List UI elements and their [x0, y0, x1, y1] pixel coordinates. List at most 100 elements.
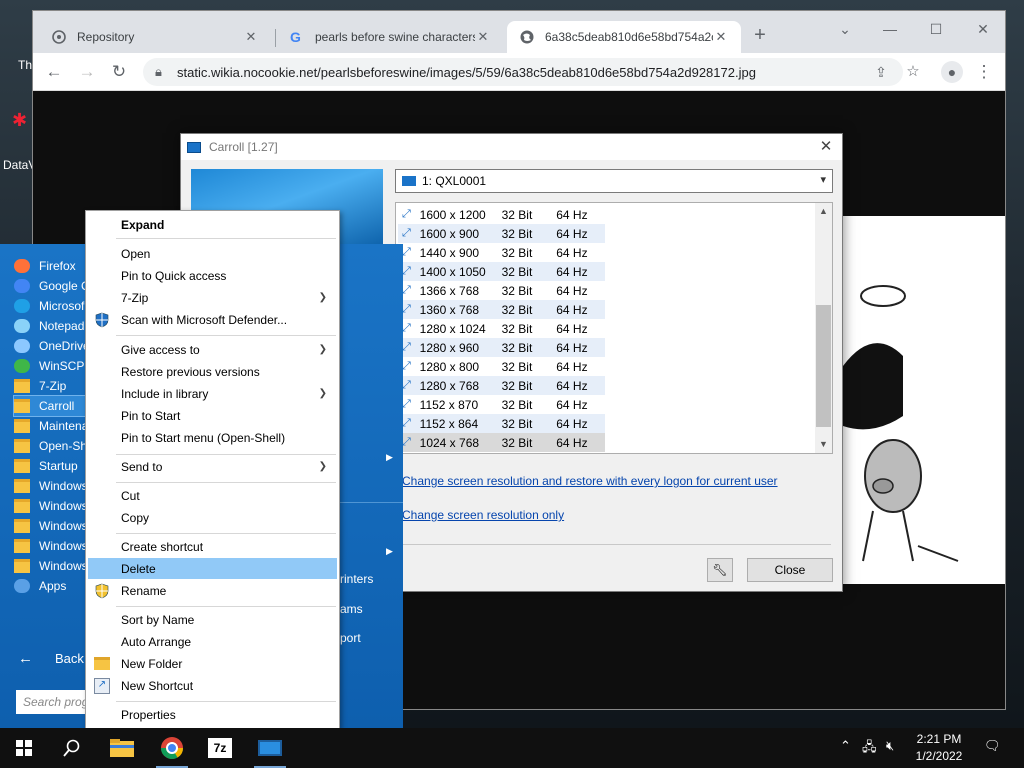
start-menu-item[interactable]: Windows: [14, 516, 86, 536]
resolution-row[interactable]: ⤢ 1280 x 768 32 Bit 64 Hz: [398, 376, 605, 395]
start-right-item[interactable]: ams: [340, 602, 363, 616]
search-button[interactable]: [48, 728, 96, 768]
volume-muted-icon[interactable]: 🔇︎: [886, 738, 894, 754]
start-menu-item[interactable]: Apps: [14, 576, 86, 596]
resolution-row[interactable]: ⤢ 1600 x 1200 32 Bit 64 Hz: [398, 205, 605, 224]
start-menu-item[interactable]: Carroll: [13, 395, 87, 417]
close-icon[interactable]: ✕: [475, 29, 491, 45]
bookmark-button[interactable]: ☆: [900, 60, 926, 84]
dialog-close-button[interactable]: ✕: [814, 136, 838, 158]
tab-search-button[interactable]: ⌄: [830, 17, 860, 41]
context-menu-item[interactable]: Auto Arrange: [88, 631, 337, 652]
start-menu-item[interactable]: OneDrive: [14, 336, 86, 356]
forward-button[interactable]: →: [74, 60, 100, 84]
context-menu-item[interactable]: Rename: [88, 580, 337, 601]
resolution-row[interactable]: ⤢ 1400 x 1050 32 Bit 64 Hz: [398, 262, 605, 281]
context-menu-item[interactable]: Copy: [88, 507, 337, 528]
start-menu-item[interactable]: Notepad: [14, 316, 86, 336]
start-menu-item[interactable]: Maintena: [14, 416, 86, 436]
search-input[interactable]: Search prog: [16, 690, 86, 714]
share-button[interactable]: ⇪: [868, 60, 894, 84]
back-button[interactable]: ← Back: [18, 650, 84, 667]
resolution-row[interactable]: ⤢ 1366 x 768 32 Bit 64 Hz: [398, 281, 605, 300]
resolution-row[interactable]: ⤢ 1600 x 900 32 Bit 64 Hz: [398, 224, 605, 243]
tab-repository[interactable]: Repository ✕: [39, 21, 271, 53]
context-menu-item[interactable]: Sort by Name: [88, 609, 337, 630]
carroll-button[interactable]: [246, 728, 294, 768]
start-menu-item[interactable]: Windows: [14, 476, 86, 496]
context-menu-item[interactable]: Restore previous versions: [88, 361, 337, 382]
start-right-item[interactable]: port: [340, 631, 361, 645]
kebab-menu-icon: ⋮: [975, 62, 993, 81]
close-icon[interactable]: ✕: [713, 29, 729, 45]
resolution-row[interactable]: ⤢ 1440 x 900 32 Bit 64 Hz: [398, 243, 605, 262]
clock[interactable]: 2:21 PM 1/2/2022: [908, 731, 970, 765]
start-menu-item[interactable]: Startup: [14, 456, 86, 476]
address-bar[interactable]: 🔒︎ static.wikia.nocookie.net/pearlsbefor…: [143, 58, 903, 86]
resolution-row[interactable]: ⤢ 1360 x 768 32 Bit 64 Hz: [398, 300, 605, 319]
file-explorer-button[interactable]: [98, 728, 146, 768]
scroll-down-icon[interactable]: ▼: [815, 436, 832, 453]
context-menu-item[interactable]: Open: [88, 243, 337, 264]
resolution-row[interactable]: ⤢ 1152 x 870 32 Bit 64 Hz: [398, 395, 605, 414]
chrome-button[interactable]: [148, 728, 196, 768]
monitor-icon: [402, 176, 416, 186]
context-menu-item[interactable]: Expand: [88, 214, 337, 235]
resolution-row[interactable]: ⤢ 1280 x 800 32 Bit 64 Hz: [398, 357, 605, 376]
start-menu-item[interactable]: 7-Zip: [14, 376, 86, 396]
context-menu-item[interactable]: Pin to Start menu (Open-Shell): [88, 427, 337, 448]
start-menu-item[interactable]: Open-Sh: [14, 436, 86, 456]
start-menu-item[interactable]: Microsof: [14, 296, 86, 316]
close-icon[interactable]: ✕: [243, 29, 259, 45]
scroll-thumb[interactable]: [816, 305, 831, 427]
resolution-row[interactable]: ⤢ 1024 x 768 32 Bit 64 Hz: [398, 433, 605, 452]
context-menu-item[interactable]: New Folder: [88, 653, 337, 674]
context-menu-item[interactable]: Send to ❯: [88, 456, 337, 477]
start-menu-item[interactable]: WinSCP: [14, 356, 86, 376]
context-menu-item[interactable]: Scan with Microsoft Defender...: [88, 309, 337, 330]
profile-button[interactable]: ●: [939, 60, 965, 84]
start-right-item[interactable]: rinters: [340, 572, 373, 586]
tab-image[interactable]: 6a38c5deab810d6e58bd754a2c ✕: [507, 21, 741, 53]
new-tab-button[interactable]: +: [747, 23, 773, 47]
resolution-row[interactable]: ⤢ 1280 x 960 32 Bit 64 Hz: [398, 338, 605, 357]
context-menu-item[interactable]: 7-Zip ❯: [88, 287, 337, 308]
tab-google-search[interactable]: G pearls before swine characters - ✕: [277, 21, 503, 53]
context-menu-item[interactable]: Pin to Quick access: [88, 265, 337, 286]
reload-button[interactable]: ↻: [106, 60, 132, 84]
chevron-up-icon[interactable]: ⌃: [840, 738, 851, 754]
start-menu-item[interactable]: Firefox: [14, 256, 86, 276]
network-icon[interactable]: 🖧︎: [862, 738, 877, 760]
back-button[interactable]: ←: [41, 60, 67, 84]
context-menu-item[interactable]: Create shortcut: [88, 536, 337, 557]
scrollbar[interactable]: ▲ ▼: [815, 203, 832, 453]
resolution-row[interactable]: ⤢ 1280 x 1024 32 Bit 64 Hz: [398, 319, 605, 338]
change-resolution-only-link[interactable]: Change screen resolution only: [402, 508, 564, 522]
change-resolution-restore-link[interactable]: Change screen resolution and restore wit…: [402, 474, 778, 488]
start-menu-item[interactable]: Google C: [14, 276, 86, 296]
context-menu-item[interactable]: Include in library ❯: [88, 383, 337, 404]
context-menu-item[interactable]: Cut: [88, 485, 337, 506]
display-select[interactable]: 1: QXL0001 ▾: [395, 169, 833, 193]
resolution-list[interactable]: ⤢ 1600 x 1200 32 Bit 64 Hz ⤢ 1600 x 900 32 Bit…: [395, 202, 833, 454]
start-menu-item[interactable]: Windows: [14, 536, 86, 556]
minimize-button[interactable]: —: [875, 17, 905, 41]
start-menu-item[interactable]: Windows: [14, 496, 86, 516]
maximize-button[interactable]: ☐: [921, 17, 951, 41]
close-button[interactable]: Close: [747, 558, 833, 582]
context-menu-item[interactable]: Delete: [88, 558, 337, 579]
settings-button[interactable]: 🔧︎: [707, 558, 733, 582]
notification-icon[interactable]: 🗨︎: [984, 738, 1001, 754]
context-menu-item[interactable]: Pin to Start: [88, 405, 337, 426]
context-menu-item[interactable]: Give access to ❯: [88, 339, 337, 360]
7zip-button[interactable]: 7z: [196, 728, 244, 768]
start-menu-item[interactable]: Windows: [14, 556, 86, 576]
context-menu-item[interactable]: Properties: [88, 704, 337, 725]
context-menu-item[interactable]: ↗ New Shortcut: [88, 675, 337, 696]
start-button[interactable]: [0, 728, 48, 768]
menu-button[interactable]: ⋮: [971, 60, 997, 84]
resolution-row[interactable]: ⤢ 1152 x 864 32 Bit 64 Hz: [398, 414, 605, 433]
scroll-up-icon[interactable]: ▲: [815, 203, 832, 220]
window-close-button[interactable]: ✕: [968, 17, 998, 41]
context-menu-item-label: Scan with Microsoft Defender...: [121, 312, 288, 327]
